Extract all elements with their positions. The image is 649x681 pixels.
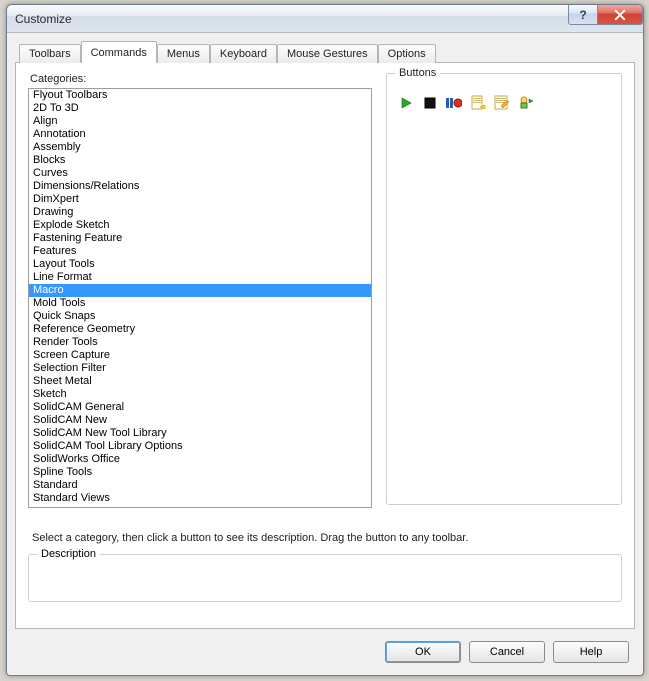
client-area: Toolbars Commands Menus Keyboard Mouse G… [15, 41, 635, 629]
tab-menus[interactable]: Menus [157, 44, 210, 63]
edit-macro-icon[interactable] [493, 94, 511, 112]
list-item[interactable]: Spline Tools [29, 466, 371, 479]
list-item[interactable]: Render Tools [29, 336, 371, 349]
tab-toolbars[interactable]: Toolbars [19, 44, 81, 63]
question-icon: ? [579, 8, 586, 22]
list-item[interactable]: Line Format [29, 271, 371, 284]
list-item[interactable]: SolidWorks Office [29, 453, 371, 466]
categories-listbox[interactable]: Flyout Toolbars2D To 3DAlignAnnotationAs… [29, 89, 371, 507]
list-item[interactable]: Standard [29, 479, 371, 492]
list-item[interactable]: Dimensions/Relations [29, 180, 371, 193]
window-title: Customize [15, 12, 72, 26]
categories-label: Categories: [30, 73, 372, 85]
list-item[interactable]: Selection Filter [29, 362, 371, 375]
list-item[interactable]: Screen Capture [29, 349, 371, 362]
tab-commands[interactable]: Commands [81, 41, 157, 63]
tab-keyboard[interactable]: Keyboard [210, 44, 277, 63]
list-item[interactable]: Quick Snaps [29, 310, 371, 323]
list-item[interactable]: Assembly [29, 141, 371, 154]
list-item[interactable]: Reference Geometry [29, 323, 371, 336]
list-item[interactable]: 2D To 3D [29, 102, 371, 115]
customize-dialog: Customize ? Toolbars Commands Menus Keyb… [6, 4, 644, 676]
list-item[interactable]: SolidCAM New Tool Library [29, 427, 371, 440]
assign-macro-icon[interactable] [517, 94, 535, 112]
close-icon [614, 9, 626, 21]
run-macro-icon[interactable] [397, 94, 415, 112]
list-item[interactable]: Standard Views [29, 492, 371, 505]
description-legend: Description [37, 548, 100, 560]
pause-record-icon[interactable] [445, 94, 463, 112]
list-item[interactable]: Macro [29, 284, 371, 297]
list-item[interactable]: Flyout Toolbars [29, 89, 371, 102]
list-item[interactable]: Blocks [29, 154, 371, 167]
list-item[interactable]: DimXpert [29, 193, 371, 206]
list-item[interactable]: Curves [29, 167, 371, 180]
list-item[interactable]: Fastening Feature [29, 232, 371, 245]
help-button[interactable]: ? [568, 5, 598, 25]
list-item[interactable]: Layout Tools [29, 258, 371, 271]
list-item[interactable]: SolidCAM General [29, 401, 371, 414]
titlebar: Customize ? [7, 5, 643, 33]
description-group: Description [28, 554, 622, 602]
list-item[interactable]: Annotation [29, 128, 371, 141]
hint-text: Select a category, then click a button t… [32, 532, 622, 544]
stop-macro-icon[interactable] [421, 94, 439, 112]
list-item[interactable]: Features [29, 245, 371, 258]
buttons-group: Buttons [386, 73, 622, 505]
list-item[interactable]: Explode Sketch [29, 219, 371, 232]
list-item[interactable]: Align [29, 115, 371, 128]
help-button-footer[interactable]: Help [553, 641, 629, 663]
tab-options[interactable]: Options [378, 44, 436, 63]
list-item[interactable]: Mold Tools [29, 297, 371, 310]
tabstrip: Toolbars Commands Menus Keyboard Mouse G… [15, 41, 635, 63]
ok-button[interactable]: OK [385, 641, 461, 663]
titlebar-buttons: ? [569, 5, 643, 25]
list-item[interactable]: Sketch [29, 388, 371, 401]
tab-mouse-gestures[interactable]: Mouse Gestures [277, 44, 378, 63]
dialog-footer: OK Cancel Help [385, 641, 629, 663]
list-item[interactable]: Sheet Metal [29, 375, 371, 388]
buttons-legend: Buttons [395, 67, 440, 79]
tool-icon-row [397, 94, 611, 112]
list-item[interactable]: Drawing [29, 206, 371, 219]
close-button[interactable] [597, 5, 643, 25]
categories-listbox-frame: Flyout Toolbars2D To 3DAlignAnnotationAs… [28, 88, 372, 508]
cancel-button[interactable]: Cancel [469, 641, 545, 663]
list-item[interactable]: SolidCAM Tool Library Options [29, 440, 371, 453]
list-item[interactable]: SolidCAM New [29, 414, 371, 427]
new-macro-icon[interactable] [469, 94, 487, 112]
tabpage-commands: Categories: Flyout Toolbars2D To 3DAlign… [15, 63, 635, 629]
